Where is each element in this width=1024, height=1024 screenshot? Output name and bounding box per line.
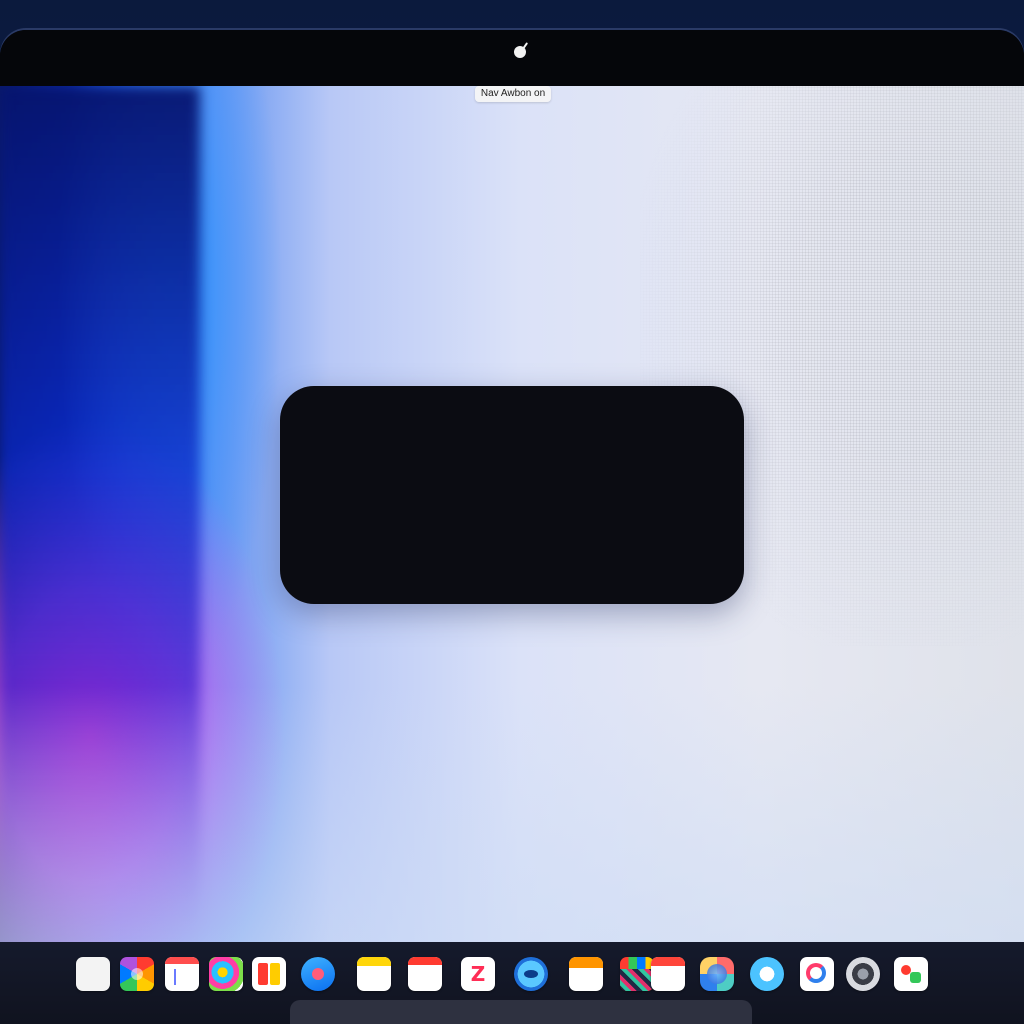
fish-app-icon[interactable] [514, 957, 548, 991]
z-app-icon[interactable]: Z [461, 957, 495, 991]
siri-icon[interactable] [750, 957, 784, 991]
blank-app-icon[interactable] [76, 957, 110, 991]
home-indicator [290, 1000, 752, 1024]
blue-round-app-icon[interactable] [301, 957, 335, 991]
top-bezel [0, 30, 1024, 86]
notes-icon[interactable] [357, 957, 391, 991]
document-icon[interactable] [165, 957, 199, 991]
camera-icon [514, 46, 526, 58]
color-ball-icon[interactable] [209, 957, 243, 991]
orange-header-app-icon[interactable] [569, 957, 603, 991]
letter-blocks-icon[interactable] [252, 957, 286, 991]
calendar-red-icon[interactable] [651, 957, 685, 991]
mosaic-app-icon[interactable] [620, 957, 654, 991]
wallpaper-glow [0, 686, 1024, 942]
top-status-label[interactable]: Nav Awbon on [475, 86, 551, 102]
globe-app-icon[interactable] [700, 957, 734, 991]
art-app-icon[interactable] [894, 957, 928, 991]
dock: Z [0, 942, 1024, 1024]
calendar-icon[interactable] [408, 957, 442, 991]
monochrome-app-icon[interactable] [846, 957, 880, 991]
photos-icon[interactable] [120, 957, 154, 991]
dock-apps-row: Z [74, 957, 954, 997]
swirl-app-icon[interactable] [800, 957, 834, 991]
dark-panel[interactable] [280, 386, 744, 604]
